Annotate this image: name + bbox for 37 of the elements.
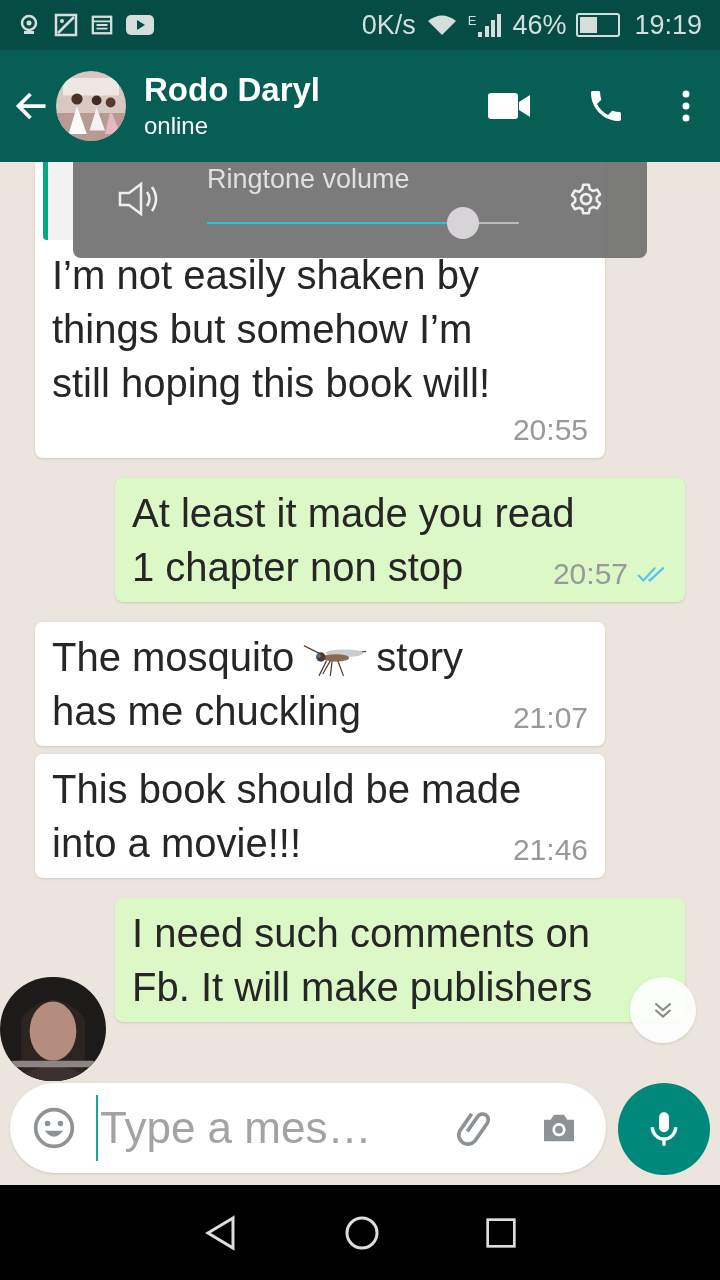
video-play-icon: [126, 14, 154, 36]
contact-name[interactable]: Rodo Daryl: [144, 70, 321, 110]
network-speed: 0K/s: [361, 8, 416, 42]
settings-icon[interactable]: [569, 182, 603, 216]
calendar-icon: [90, 14, 114, 36]
emoji-icon[interactable]: [32, 1106, 76, 1150]
battery-percent: 46%: [512, 8, 567, 42]
message-text: At least it made you read: [132, 490, 575, 537]
more-options-icon[interactable]: [682, 90, 690, 122]
message-text: The mosquito: [52, 634, 295, 681]
clock: 19:19: [634, 8, 702, 42]
video-call-icon[interactable]: [488, 93, 530, 119]
signal-icon: [478, 13, 503, 37]
volume-slider[interactable]: [207, 207, 519, 240]
message-text: Fb. It will make publishers: [132, 964, 593, 1011]
battery-icon: [576, 13, 621, 37]
message-text: 1 chapter non stop: [132, 544, 464, 591]
message-time: 21:07: [512, 700, 588, 736]
message-input-field[interactable]: Type a mes…: [10, 1083, 606, 1173]
volume-title: Ringtone volume: [207, 162, 411, 196]
image-icon: [54, 13, 78, 37]
message-text: I need such comments on: [132, 910, 591, 957]
recent-apps-icon[interactable]: [485, 1216, 518, 1249]
message-time: 20:57: [552, 556, 628, 592]
message-time: 21:46: [512, 832, 588, 868]
message-text: still hoping this book will!: [52, 360, 490, 407]
message-text: things but somehow I’m: [52, 306, 473, 353]
message-text: has me chuckling: [52, 688, 362, 735]
message-input[interactable]: Type a mes…: [96, 1095, 386, 1161]
message-time: 20:55: [512, 412, 588, 448]
home-icon[interactable]: [344, 1214, 380, 1251]
network-type: E: [467, 11, 477, 30]
message-text: story: [376, 634, 464, 681]
message-text: I’m not easily shaken by: [52, 252, 479, 299]
message-text: into a movie!!!: [52, 820, 301, 867]
contact-status: online: [144, 111, 210, 141]
message-text: This book should be made: [52, 766, 522, 813]
